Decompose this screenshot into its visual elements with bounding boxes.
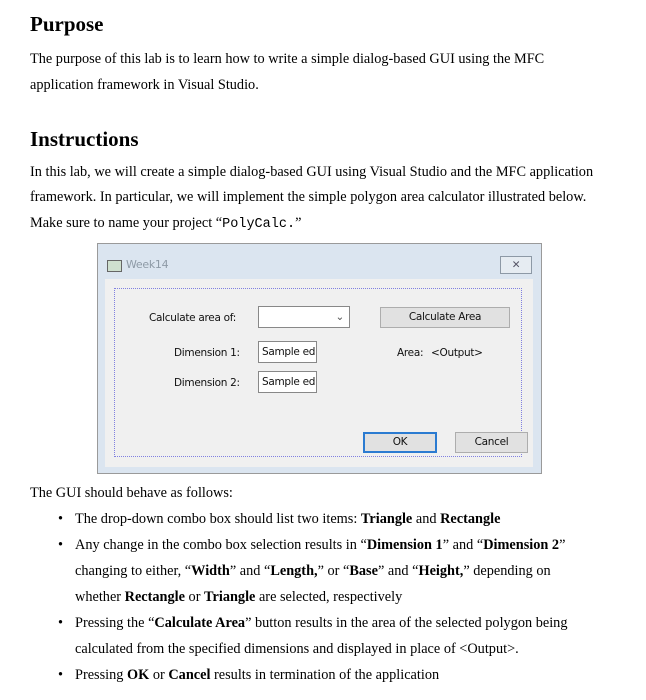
t: results in termination of the applicatio… [210, 667, 440, 683]
bullet-text: changing to either, “Width” and “Length,… [75, 563, 551, 580]
dialog-screenshot: Week14 ✕ Calculate area of: ⌄ Calculate … [97, 243, 542, 474]
t: ” or “ [317, 563, 350, 579]
t: or [149, 667, 169, 683]
app-icon [107, 260, 122, 272]
bullet-text: The drop-down combo box should list two … [75, 511, 500, 528]
t: Dimension 1 [366, 537, 443, 553]
t: Triangle [204, 589, 256, 605]
t: ” depending on [463, 563, 551, 579]
close-button[interactable]: ✕ [500, 256, 532, 274]
bullet-text: Pressing OK or Cancel results in termina… [75, 667, 439, 684]
t: ” and “ [377, 563, 419, 579]
dim1-label: Dimension 1: [174, 347, 240, 359]
bullet-icon: • [58, 615, 64, 631]
t: Base [349, 563, 378, 579]
t: changing to either, “ [75, 563, 192, 579]
t: Height, [418, 563, 464, 579]
t: are selected, respectively [255, 589, 403, 605]
close-icon: ✕ [511, 259, 521, 271]
t: Cancel [168, 667, 211, 683]
t: The drop-down combo box should list two … [75, 511, 361, 527]
t: Triangle [360, 511, 413, 527]
t: ” [559, 537, 566, 553]
text: ” [295, 215, 302, 231]
behavior-intro: The GUI should behave as follows: [30, 485, 233, 501]
text: Make sure to name your project “ [30, 215, 223, 231]
t: whether [75, 589, 125, 605]
t: Pressing the “ [75, 615, 155, 631]
t: ” button results in the area of the sele… [245, 615, 568, 631]
instructions-line: Make sure to name your project “PolyCalc… [30, 215, 301, 232]
t: OK [127, 667, 150, 683]
cancel-button[interactable]: Cancel [455, 432, 528, 453]
t: and [412, 511, 441, 527]
calc-label: Calculate area of: [149, 312, 237, 324]
t: ” and “ [442, 537, 484, 553]
t: Rectangle [440, 511, 501, 527]
ok-button[interactable]: OK [363, 432, 437, 453]
dim1-input[interactable]: Sample edi [258, 341, 317, 363]
bullet-text: whether Rectangle or Triangle are select… [75, 589, 402, 606]
t: Calculate Area [154, 615, 246, 631]
purpose-line: The purpose of this lab is to learn how … [30, 51, 545, 67]
t: Pressing [75, 667, 128, 683]
t: Width [191, 563, 230, 579]
dim2-label: Dimension 2: [174, 377, 240, 389]
dim2-input[interactable]: Sample edi [258, 371, 317, 393]
t: Rectangle [124, 589, 185, 605]
chevron-down-icon: ⌄ [335, 311, 345, 323]
project-name: PolyCalc. [222, 217, 296, 232]
bullet-icon: • [58, 537, 64, 553]
purpose-line: application framework in Visual Studio. [30, 77, 259, 93]
t: ” and “ [229, 563, 271, 579]
area-label: Area: [397, 347, 424, 359]
t: Any change in the combo box selection re… [75, 537, 367, 553]
bullet-text: calculated from the specified dimensions… [75, 641, 519, 657]
t: Dimension 2 [483, 537, 560, 553]
t: or [184, 589, 205, 605]
dialog-client: Calculate area of: ⌄ Calculate Area Dime… [105, 279, 533, 467]
area-output: <Output> [431, 347, 483, 359]
instructions-line: framework. In particular, we will implem… [30, 189, 587, 205]
bullet-text: Any change in the combo box selection re… [75, 537, 565, 554]
instructions-heading: Instructions [30, 127, 139, 151]
bullet-icon: • [58, 511, 64, 527]
bullet-icon: • [58, 667, 64, 683]
bullet-text: Pressing the “Calculate Area” button res… [75, 615, 567, 632]
polygon-combo[interactable]: ⌄ [258, 306, 350, 328]
t: Length, [270, 563, 318, 579]
purpose-heading: Purpose [30, 12, 104, 36]
dialog-title: Week14 [126, 258, 169, 271]
instructions-line: In this lab, we will create a simple dia… [30, 164, 594, 180]
calculate-area-button[interactable]: Calculate Area [380, 307, 510, 328]
